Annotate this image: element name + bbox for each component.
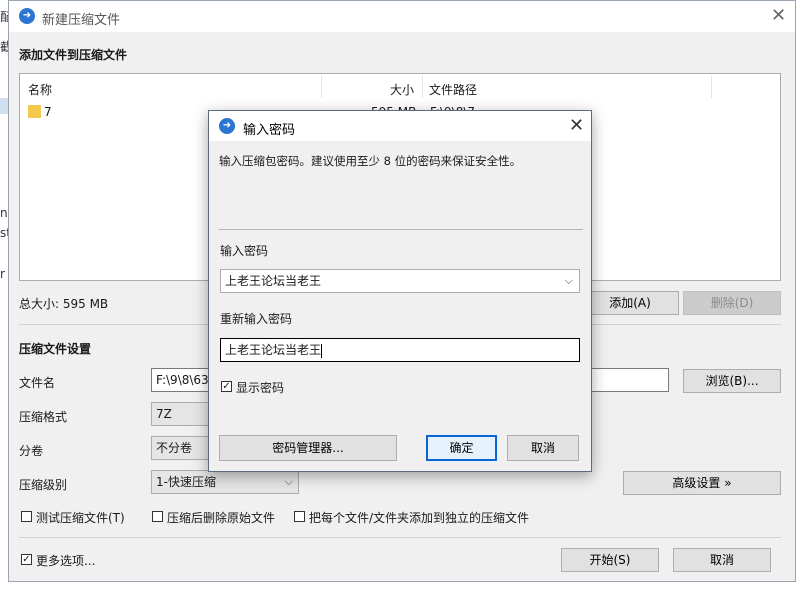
ok-button[interactable]: 确定 — [426, 435, 497, 461]
header-divider — [321, 76, 322, 98]
separate-archives-checkbox[interactable] — [294, 511, 305, 522]
table-header-path[interactable]: 文件路径 — [429, 81, 477, 98]
test-archive-checkbox[interactable] — [21, 511, 32, 522]
background-text-fragment: n — [0, 206, 8, 220]
close-icon[interactable]: ✕ — [771, 7, 786, 25]
add-button[interactable]: 添加(A) — [581, 291, 679, 315]
more-options-label[interactable]: 更多选项... — [36, 552, 95, 569]
split-label: 分卷 — [19, 444, 44, 458]
show-password-label[interactable]: 显示密码 — [236, 379, 284, 396]
background-highlight — [0, 98, 8, 114]
divider — [219, 229, 583, 230]
app-logo-icon: ➜ — [219, 118, 235, 134]
chevron-down-icon: ⌵ — [284, 475, 293, 488]
table-header-name[interactable]: 名称 — [28, 81, 52, 98]
header-divider — [422, 76, 423, 98]
password-dialog: ➜ 输入密码 ✕ 输入压缩包密码。建议使用至少 8 位的密码来保证安全性。 输入… — [208, 110, 592, 472]
reenter-label: 重新输入密码 — [220, 312, 293, 326]
level-label: 压缩级别 — [19, 478, 68, 492]
delete-source-label[interactable]: 压缩后删除原始文件 — [167, 509, 275, 526]
dialog-title: 输入密码 — [243, 123, 296, 138]
close-icon[interactable]: ✕ — [569, 117, 584, 135]
browse-button[interactable]: 浏览(B)... — [683, 369, 781, 393]
level-value: 1-快速压缩 — [156, 475, 216, 489]
section-settings: 压缩文件设置 — [19, 342, 92, 356]
cancel-button[interactable]: 取消 — [673, 548, 771, 572]
password-label: 输入密码 — [220, 244, 269, 258]
reenter-password-input[interactable]: 上老王论坛当老王 — [220, 338, 580, 362]
separate-archives-label[interactable]: 把每个文件/文件夹添加到独立的压缩文件 — [309, 509, 529, 526]
more-options-checkbox[interactable]: ✓ — [21, 554, 32, 565]
password-manager-button[interactable]: 密码管理器... — [219, 435, 397, 461]
filename-label: 文件名 — [19, 376, 56, 390]
test-archive-label[interactable]: 测试压缩文件(T) — [36, 509, 125, 526]
folder-icon — [28, 105, 41, 118]
dialog-description: 输入压缩包密码。建议使用至少 8 位的密码来保证安全性。 — [219, 154, 522, 168]
delete-source-checkbox[interactable] — [152, 511, 163, 522]
reenter-value: 上老王论坛当老王 — [225, 343, 322, 357]
table-header-size[interactable]: 大小 — [390, 81, 414, 98]
password-value: 上老王论坛当老王 — [225, 274, 322, 288]
advanced-settings-button[interactable]: 高级设置 » — [623, 471, 781, 495]
window-title: 新建压缩文件 — [42, 13, 121, 28]
password-input[interactable]: 上老王论坛当老王 ⌵ — [220, 269, 580, 293]
show-password-checkbox[interactable]: ✓ — [221, 381, 232, 392]
dialog-titlebar: ➜ 输入密码 ✕ — [209, 111, 591, 141]
app-logo-icon: ➜ — [19, 8, 35, 24]
header-divider — [711, 76, 712, 98]
section-add-files: 添加文件到压缩文件 — [19, 48, 128, 62]
chevron-down-icon[interactable]: ⌵ — [565, 270, 573, 292]
background-text-fragment: r — [0, 267, 5, 281]
text-cursor — [321, 343, 323, 358]
level-select[interactable]: 1-快速压缩 ⌵ — [151, 470, 299, 494]
format-label: 压缩格式 — [19, 410, 68, 424]
dialog-cancel-button[interactable]: 取消 — [507, 435, 579, 461]
row-name: 7 — [44, 105, 52, 119]
main-titlebar: ➜ 新建压缩文件 ✕ — [9, 1, 795, 32]
divider — [19, 537, 781, 538]
start-button[interactable]: 开始(S) — [561, 548, 659, 572]
total-size: 总大小: 595 MB — [19, 297, 109, 311]
delete-button[interactable]: 删除(D) — [683, 291, 781, 315]
